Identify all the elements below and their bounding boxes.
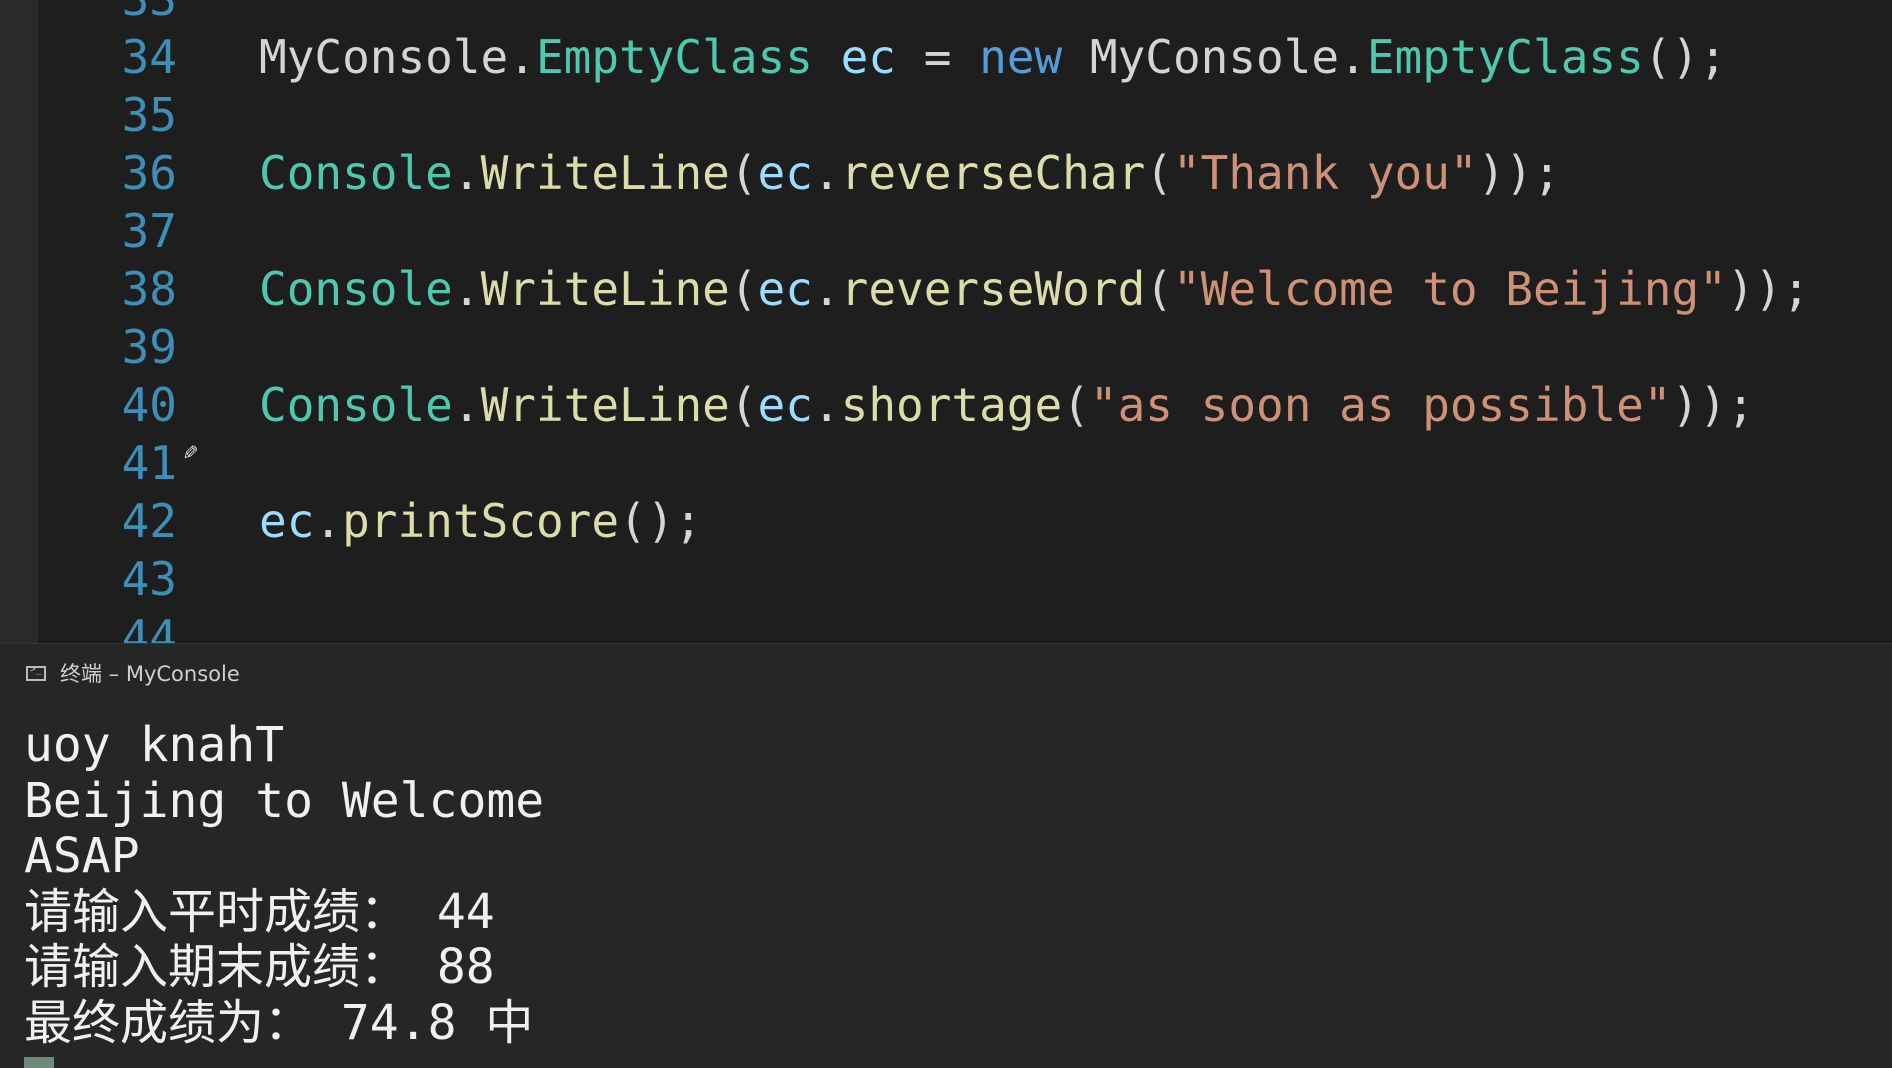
code-token: ec [840,30,896,84]
code-token: . [812,378,841,432]
line-number: 43 [121,552,177,606]
line-number: 38 [121,262,177,316]
code-line[interactable]: 38 Console.WriteLine(ec.reverseWord("Welc… [0,260,1892,318]
code-token: ec [259,494,315,548]
terminal-output-line: ASAP [24,828,140,884]
code-line[interactable]: 36 Console.WriteLine(ec.reverseChar("Than… [0,144,1892,202]
code-line[interactable]: 42 ec.printScore(); [0,492,1892,550]
code-token: ( [1062,378,1090,432]
code-token: )); [1726,262,1810,316]
code-token: . [508,30,536,84]
line-number: 33 [57,0,177,28]
code-text: ec.printScore(); [259,492,702,550]
terminal-output-line: uoy knahT [24,717,285,773]
code-token: WriteLine [480,146,730,200]
code-token: ( [1145,146,1173,200]
terminal-output-line: 请输入期末成绩： 88 [24,939,495,995]
code-token: shortage [840,378,1063,432]
terminal-output[interactable]: uoy knahT Beijing to Welcome ASAP 请输入平时成绩： … [24,717,545,1051]
code-text: MyConsole.EmptyClass ec = new MyConsole.… [259,28,1727,86]
code-token: EmptyClass [1366,30,1644,84]
code-token: . [452,146,481,200]
code-line[interactable]: 40 Console.WriteLine(ec.shortage("as soon… [0,376,1892,434]
line-number: 42 [121,494,177,548]
code-token: . [452,262,481,316]
code-token: . [812,262,841,316]
terminal-output-line: 最终成绩为： 74.8 中 [24,994,534,1051]
code-token: MyConsole [259,30,509,84]
line-number: 35 [121,88,177,142]
code-line[interactable]: 41 [0,434,1892,492]
terminal-title: 终端 – MyConsole [60,662,240,686]
line-number: 40 [121,378,177,432]
code-line[interactable]: 37 [0,202,1892,260]
terminal-output-line: Beijing to Welcome [24,772,545,829]
code-text: Console.WriteLine(ec.shortage("as soon a… [259,376,1755,434]
code-token: ec [757,146,813,200]
code-token: ( [729,378,758,432]
terminal-cursor [24,1057,54,1068]
code-token: ( [729,262,758,316]
code-token: Console [259,146,453,200]
terminal-output-line: 请输入平时成绩： 44 [24,883,495,940]
code-token: ec [757,378,813,432]
code-text: Console.WriteLine(ec.reverseWord("Welcom… [259,260,1810,318]
code-token: . [812,146,841,200]
code-line[interactable]: 44 [0,608,1892,643]
line-number: 37 [121,204,177,258]
code-line[interactable]: 33 [0,0,1892,28]
code-token: ( [1145,262,1173,316]
code-token: ec [757,262,813,316]
code-token: EmptyClass [535,30,813,84]
line-number: 39 [121,320,177,374]
terminal-icon: >_ [26,664,46,681]
panel-divider[interactable] [0,643,1892,644]
line-number: 44 [121,610,177,643]
code-token: (); [619,494,703,548]
code-token: Console [259,378,453,432]
code-token: WriteLine [480,262,730,316]
code-token: )); [1477,146,1561,200]
code-line[interactable]: 35 [0,86,1892,144]
code-token: . [452,378,481,432]
code-token: ( [729,146,758,200]
line-number: 34 [121,30,177,84]
code-token: Console [259,262,453,316]
code-token: MyConsole. [1062,30,1367,84]
code-token: = [896,30,980,84]
code-token: WriteLine [480,378,730,432]
code-token: "Thank you" [1172,146,1478,200]
mouse-pointer-pencil-icon: ✎ [177,444,206,460]
code-editor[interactable]: 3334MyConsole.EmptyClass ec = new MyCons… [0,0,1892,643]
code-line[interactable]: 43 [0,550,1892,608]
line-number: 41 [121,436,177,490]
code-token: . [314,494,343,548]
code-token: "as soon as possible" [1089,378,1672,432]
code-token: new [979,30,1063,84]
code-line[interactable]: 34 MyConsole.EmptyClass ec = new MyConsol… [0,28,1892,86]
code-token: printScore [342,494,620,548]
code-token: reverseWord [840,262,1146,316]
code-line[interactable]: 39 [0,318,1892,376]
terminal-header[interactable]: >_ 终端 – MyConsole [26,657,240,689]
code-token: reverseChar [840,146,1146,200]
code-token: )); [1671,378,1755,432]
line-number: 36 [121,146,177,200]
code-text: Console.WriteLine(ec.reverseChar("Thank … [259,144,1561,202]
code-token: "Welcome to Beijing" [1172,262,1727,316]
code-token: (); [1643,30,1727,84]
